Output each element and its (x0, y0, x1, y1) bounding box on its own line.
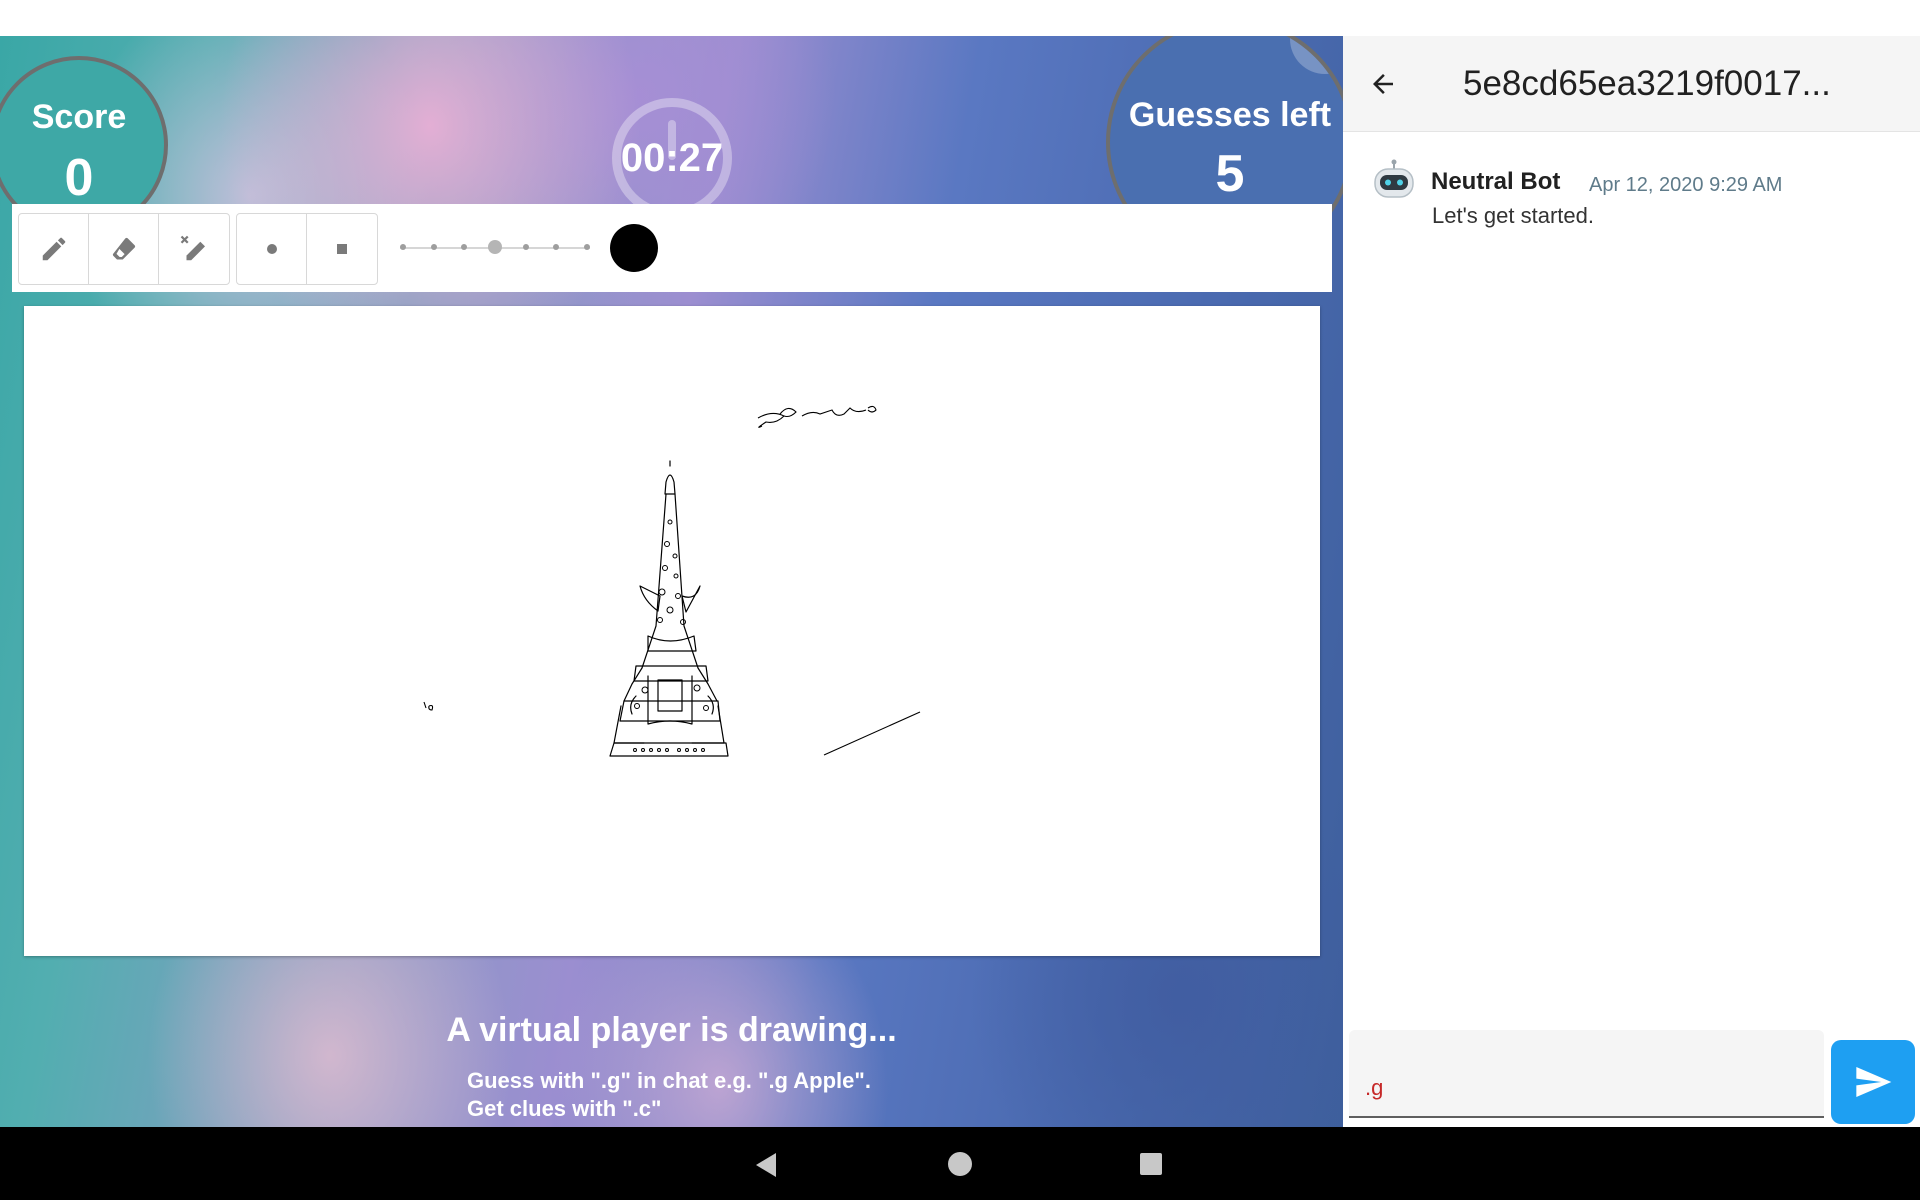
nav-home-icon[interactable] (948, 1152, 972, 1176)
square-tip-icon (337, 244, 347, 254)
chat-title: 5e8cd65ea3219f0017... (1463, 64, 1831, 103)
guesses-left-label: Guesses left (1128, 96, 1332, 134)
stroke-size-slider[interactable] (400, 240, 590, 254)
badge-corner-decoration (1290, 36, 1343, 74)
slider-step-dot (430, 244, 437, 250)
bot-avatar-icon (1374, 159, 1414, 198)
slider-step-dot (400, 244, 406, 250)
pencil-icon (42, 237, 65, 261)
slider-thumb[interactable] (488, 240, 502, 254)
message-author: Neutral Bot (1431, 168, 1561, 195)
game-area: Score 0 00:27 Guesses left 5 A virtual p… (0, 36, 1343, 1127)
drawing-canvas[interactable] (24, 306, 1320, 956)
eiffel-tower-drawing (423, 405, 921, 757)
color-preview[interactable] (610, 224, 658, 272)
eraser-tool-button[interactable] (89, 214, 159, 284)
slider-step-dot (584, 244, 590, 250)
round-tip-button[interactable] (237, 214, 307, 284)
system-navigation-bar (0, 1127, 1920, 1200)
status-bar (0, 0, 1920, 36)
message-input[interactable] (1365, 1070, 1805, 1106)
stroke-eraser-icon (180, 235, 206, 261)
slider-step-dot (461, 244, 468, 250)
chat-header: 5e8cd65ea3219f0017... (1343, 36, 1920, 132)
drawing-toolbar (12, 204, 1332, 292)
round-tip-icon (266, 244, 277, 254)
tip-group (236, 213, 378, 285)
eraser-icon (112, 237, 135, 260)
pencil-tool-button[interactable] (19, 214, 89, 284)
slider-step-dot (553, 244, 560, 250)
tool-group (18, 213, 230, 285)
nav-back-icon[interactable] (756, 1153, 776, 1177)
instructions: Guess with ".g" in chat e.g. ".g Apple".… (467, 1067, 871, 1123)
send-button[interactable] (1831, 1040, 1915, 1124)
timer-text: 00:27 (620, 136, 724, 180)
chat-panel: 5e8cd65ea3219f0017... Neutral Bot Apr 12… (1343, 36, 1920, 1127)
app-root: Score 0 00:27 Guesses left 5 A virtual p… (0, 0, 1920, 1200)
instruction-clue: Get clues with ".c" (467, 1096, 662, 1121)
score-label: Score (31, 98, 127, 136)
timer: 00:27 (612, 98, 732, 218)
square-tip-button[interactable] (307, 214, 377, 284)
nav-recents-icon[interactable] (1140, 1153, 1162, 1175)
drawing-status-title: A virtual player is drawing... (446, 1011, 897, 1049)
message-text: Let's get started. (1432, 203, 1594, 228)
back-button[interactable] (1363, 64, 1403, 104)
guesses-left-value: 5 (1215, 145, 1245, 203)
instruction-guess: Guess with ".g" in chat e.g. ".g Apple". (467, 1068, 871, 1093)
arrow-left-icon (1373, 74, 1393, 94)
stroke-eraser-tool-button[interactable] (159, 214, 229, 284)
message-timestamp: Apr 12, 2020 9:29 AM (1589, 174, 1783, 196)
message-composer (1349, 1030, 1824, 1118)
score-value: 0 (64, 149, 94, 207)
slider-step-dot (522, 244, 529, 250)
send-icon (1856, 1067, 1892, 1097)
